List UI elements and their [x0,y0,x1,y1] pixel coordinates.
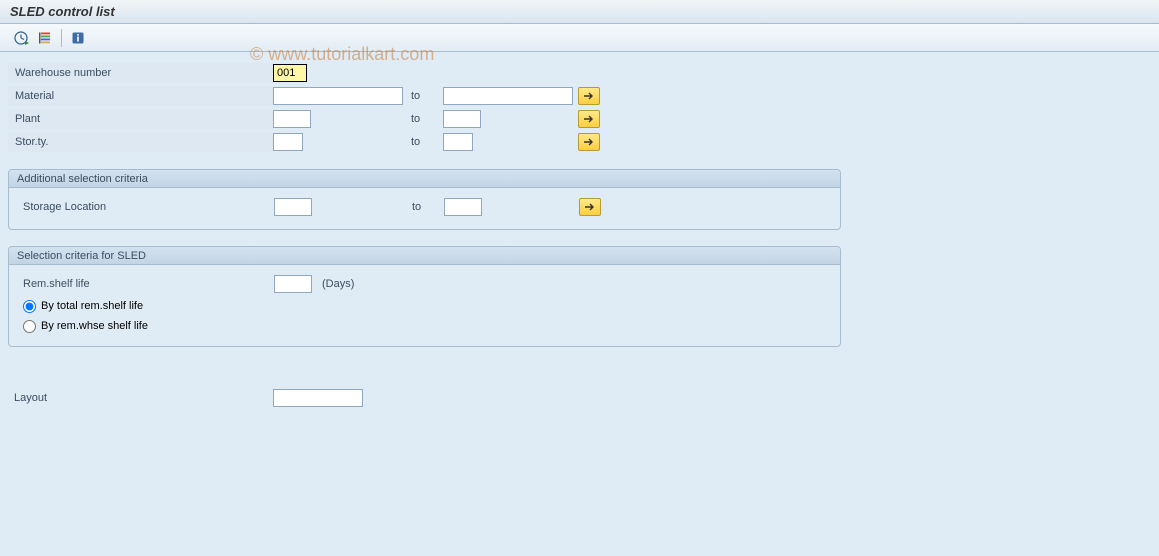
row-rem-shelf-life: Rem.shelf life (Days) [17,273,832,295]
row-material: Material to [8,85,1151,107]
input-storty-to[interactable] [443,133,473,151]
multi-select-storloc[interactable] [579,198,601,216]
to-label-storloc: to [404,201,444,213]
radio-total-rem[interactable] [23,300,36,313]
multi-select-storty[interactable] [578,133,600,151]
label-material: Material [8,86,273,106]
input-layout[interactable] [273,389,363,407]
input-material-from[interactable] [273,87,403,105]
input-storloc-from[interactable] [274,198,312,216]
variant-button[interactable] [34,28,56,48]
row-stor-ty: Stor.ty. to [8,131,1151,153]
content-area: Warehouse number Material to Plant to St… [0,52,1159,420]
label-stor-ty: Stor.ty. [8,132,273,152]
multi-select-plant[interactable] [578,110,600,128]
label-warehouse-number: Warehouse number [8,63,273,83]
group-additional: Additional selection criteria Storage Lo… [8,169,841,230]
label-rem-shelf-life: Rem.shelf life [17,274,274,294]
row-storage-location: Storage Location to [17,196,832,218]
label-storage-location: Storage Location [17,197,274,217]
radio-whse-rem[interactable] [23,320,36,333]
label-layout: Layout [8,388,273,408]
radio-row-total: By total rem.shelf life [17,296,832,316]
toolbar-separator [61,29,62,47]
page-title: SLED control list [10,4,115,19]
clock-execute-icon [13,30,29,46]
arrow-right-icon [583,137,595,147]
to-label-storty: to [403,136,443,148]
radio-row-whse: By rem.whse shelf life [17,316,832,336]
input-rem-shelf-life[interactable] [274,275,312,293]
input-plant-from[interactable] [273,110,311,128]
to-label-material: to [403,90,443,102]
info-icon [70,30,86,46]
row-plant: Plant to [8,108,1151,130]
multi-select-material[interactable] [578,87,600,105]
arrow-right-icon [584,202,596,212]
input-storloc-to[interactable] [444,198,482,216]
unit-days: (Days) [312,278,354,290]
toolbar [0,24,1159,52]
arrow-right-icon [583,91,595,101]
group-additional-title: Additional selection criteria [9,170,840,188]
input-storty-from[interactable] [273,133,303,151]
label-plant: Plant [8,109,273,129]
info-button[interactable] [67,28,89,48]
to-label-plant: to [403,113,443,125]
group-sled-title: Selection criteria for SLED [9,247,840,265]
variant-list-icon [37,30,53,46]
radio-total-label: By total rem.shelf life [41,300,143,312]
row-layout: Layout [8,387,1151,409]
title-bar: SLED control list [0,0,1159,24]
execute-button[interactable] [10,28,32,48]
row-warehouse-number: Warehouse number [8,62,1151,84]
input-plant-to[interactable] [443,110,481,128]
radio-whse-label: By rem.whse shelf life [41,320,148,332]
group-sled: Selection criteria for SLED Rem.shelf li… [8,246,841,347]
arrow-right-icon [583,114,595,124]
input-material-to[interactable] [443,87,573,105]
input-warehouse-number[interactable] [273,64,307,82]
